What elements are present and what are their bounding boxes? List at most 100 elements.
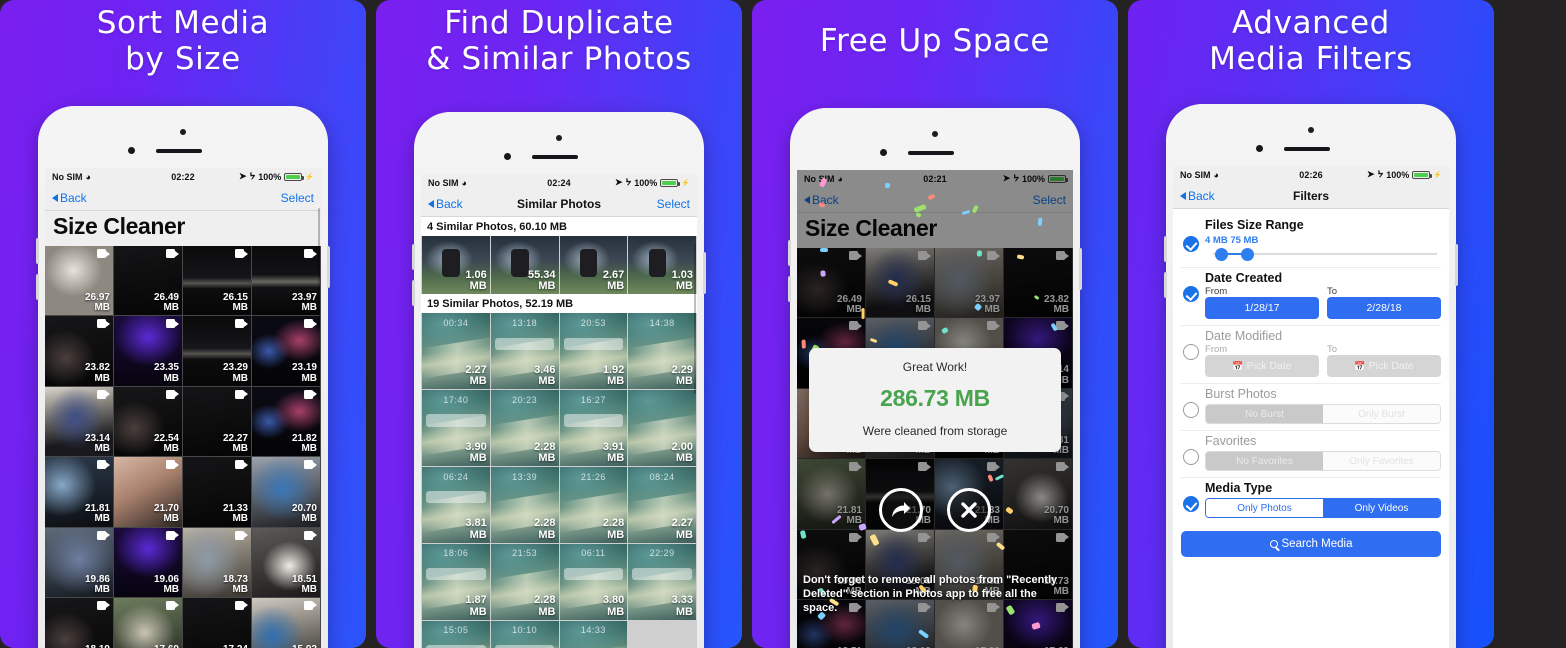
filter-toggle-burst-photos[interactable] [1181,387,1200,424]
similar-photo-grid[interactable]: 1.06 MB 55.34 MB 2.67 MB 1.03 MB [421,236,697,295]
filter-toggle-favorites[interactable] [1181,434,1200,471]
similar-photo-cell[interactable]: 2.00 MB [628,390,696,466]
date-from-button[interactable]: 📅 Pick Date [1205,355,1319,377]
segment-option[interactable]: Only Photos [1206,499,1323,517]
segmented-control-burst-photos[interactable]: No Burst Only Burst [1205,404,1441,424]
date-from-button[interactable]: 1/28/17 [1205,297,1319,319]
segmented-control-favorites[interactable]: No Favorites Only Favorites [1205,451,1441,471]
media-cell[interactable]: 23.82 MB [45,316,114,387]
volume-up-button[interactable] [1164,236,1167,262]
volume-down-button[interactable] [1164,272,1167,298]
segment-option[interactable]: No Favorites [1206,452,1323,470]
similar-photo-cell[interactable]: 06:11 3.80 MB [559,543,628,620]
filter-toggle-date-modified[interactable] [1181,329,1200,377]
file-size-label: 23.97 MB [291,292,317,314]
back-button[interactable]: Back [52,191,87,205]
scrollbar[interactable] [694,244,696,394]
similar-photo-cell[interactable]: 14:38 2.29 MB [628,313,696,390]
media-cell[interactable]: 23.97 MB [252,246,321,317]
notification-card [563,337,624,350]
similar-photo-cell[interactable]: 20:23 2.28 MB [490,390,559,466]
media-cell[interactable]: 23.35MB [114,316,183,387]
power-button[interactable] [327,246,330,288]
media-cell[interactable]: 26.15 MB [183,246,252,317]
share-button[interactable] [879,488,923,532]
close-button[interactable] [947,488,991,532]
media-cell[interactable]: 20.70 MB [252,457,321,528]
back-button[interactable]: Back [1180,189,1215,203]
similar-photo-cell[interactable]: 18:06 1.87 MB [422,543,490,620]
volume-down-button[interactable] [36,274,39,300]
filter-toggle-media-type[interactable] [1181,481,1200,518]
select-button[interactable]: Select [657,197,690,211]
volume-down-button[interactable] [412,280,415,306]
filter-toggle-date-created[interactable] [1181,271,1200,319]
similar-photo-cell[interactable]: 1.06 MB [422,236,490,295]
segment-option[interactable]: No Burst [1206,405,1323,423]
power-button[interactable] [703,252,706,294]
media-cell[interactable]: 19.06 MB [114,527,183,598]
similar-photo-cell[interactable]: 20:53 1.92 MB [559,313,628,390]
size-range-slider[interactable] [1205,247,1441,261]
volume-down-button[interactable] [788,276,791,302]
similar-photo-cell[interactable]: 15:05 [422,620,490,648]
media-cell[interactable]: 23.14MB [45,386,114,458]
similar-photo-cell[interactable]: 10:10 [490,620,559,648]
segment-option[interactable]: Only Favorites [1323,452,1440,470]
media-cell[interactable]: 17.69MB [114,597,183,648]
media-cell[interactable]: 22.27MB [183,386,252,458]
media-grid[interactable]: 26.97 MB 26.49 MB 26.15 MB 23.97 MB 23.82 MB 23.35… [45,246,321,648]
checkmark-icon [1182,286,1199,302]
date-to-button[interactable]: 📅 Pick Date [1327,355,1441,377]
select-button[interactable]: Select [281,191,314,205]
media-cell[interactable]: 15.92MB [252,597,321,648]
power-button[interactable] [1455,244,1458,286]
slider-knob-max[interactable] [1241,248,1254,261]
media-cell[interactable]: 22.54MB [114,386,183,458]
similar-photo-cell[interactable]: 13:39 2.28 MB [490,467,559,543]
segment-option[interactable]: Only Burst [1323,405,1440,423]
volume-up-button[interactable] [36,238,39,264]
media-cell[interactable]: 18.19MB [45,597,114,648]
similar-photo-cell[interactable]: 13:18 3.46 MB [490,313,559,390]
back-button[interactable]: Back [428,197,463,211]
media-cell[interactable]: 21.81MB [45,457,114,528]
similar-photo-cell[interactable]: 14:33 [559,620,628,648]
power-button[interactable] [1079,248,1082,290]
slider-knob-min[interactable] [1215,248,1228,261]
similar-photo-cell[interactable]: 00:34 2.27 MB [422,313,490,390]
similar-photo-cell[interactable]: 2.67 MB [559,236,628,295]
similar-photo-cell[interactable]: 17:40 3.90 MB [422,390,490,466]
scrollbar[interactable] [318,208,320,328]
filter-toggle-files-size-range[interactable] [1181,218,1200,261]
segment-option[interactable]: Only Videos [1323,499,1440,517]
similar-photo-cell[interactable]: 22:29 3.33 MB [628,543,696,620]
volume-up-button[interactable] [412,244,415,270]
segmented-control-media-type[interactable]: Only Photos Only Videos [1205,498,1441,518]
media-cell[interactable]: 19.86 MB [45,527,114,598]
nav-title: Similar Photos [516,196,602,211]
search-media-button[interactable]: Search Media [1181,531,1441,557]
media-cell[interactable]: 21.33MB [183,457,252,528]
similar-photo-cell[interactable]: 21:26 2.28 MB [559,467,628,543]
similar-photo-cell[interactable]: 08:24 2.27 MB [628,467,696,543]
media-cell[interactable]: 21.82MB [252,386,321,458]
media-cell[interactable]: 26.49 MB [114,246,183,317]
media-cell[interactable]: 18.51MB [252,527,321,598]
similar-photo-cell[interactable]: 21:53 2.28 MB [490,543,559,620]
media-cell[interactable]: 26.97 MB [45,246,114,317]
similar-photo-cell[interactable]: 55.34 MB [490,236,559,295]
similar-photo-cell[interactable]: 16:27 3.91 MB [559,390,628,466]
media-cell[interactable]: 17.24MB [183,597,252,648]
similar-photo-cell[interactable]: 1.03 MB [628,236,696,295]
video-badge-icon [97,249,110,258]
media-cell[interactable]: 21.70MB [114,457,183,528]
volume-up-button[interactable] [788,240,791,266]
media-cell[interactable]: 18.73 MB [183,527,252,598]
media-cell[interactable]: 23.29MB [183,316,252,387]
similar-photo-cell[interactable]: 06:24 3.81 MB [422,467,490,543]
media-cell[interactable]: 23.19MB [252,316,321,387]
date-to-button[interactable]: 2/28/18 [1327,297,1441,319]
file-size-label: 2.28 MB [534,594,556,618]
similar-photo-grid[interactable]: 00:34 2.27 MB 13:18 3.46 MB 20:53 1.92 MB 14:38 2.… [421,313,697,648]
